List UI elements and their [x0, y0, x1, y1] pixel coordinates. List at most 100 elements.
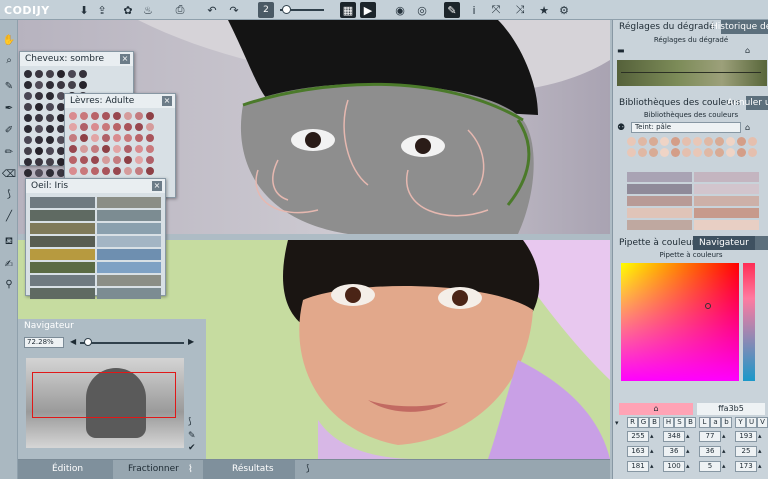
brush-size-field[interactable]: 2: [258, 2, 274, 18]
color-strip[interactable]: [30, 210, 95, 221]
color-swatch[interactable]: [671, 137, 680, 146]
color-strip[interactable]: [96, 210, 161, 221]
split-icon[interactable]: ⌇: [188, 464, 193, 475]
color-swatch[interactable]: [638, 148, 647, 157]
color-swatch[interactable]: [46, 147, 54, 155]
color-strip[interactable]: [30, 197, 95, 208]
color-strip[interactable]: [627, 220, 692, 230]
info-icon[interactable]: i: [466, 2, 482, 18]
gradient-bar[interactable]: [617, 60, 767, 86]
color-swatch[interactable]: [79, 81, 87, 89]
hand-icon[interactable]: ✋: [1, 32, 17, 48]
stroke-icon[interactable]: ✐: [1, 122, 17, 138]
color-swatch[interactable]: [135, 112, 143, 120]
color-swatch[interactable]: [80, 123, 88, 131]
tab-resultats[interactable]: Résultats: [232, 464, 274, 474]
color-swatch[interactable]: [124, 123, 132, 131]
color-swatch[interactable]: [35, 158, 43, 166]
tab-navigator[interactable]: Navigateur: [693, 236, 755, 250]
fill-bucket-icon[interactable]: ⛾: [1, 234, 17, 250]
color-swatch[interactable]: [91, 145, 99, 153]
open-file-icon[interactable]: ⬇: [76, 2, 92, 18]
color-swatch[interactable]: [737, 137, 746, 146]
color-swatch[interactable]: [726, 148, 735, 157]
saturation-value-field[interactable]: [621, 263, 739, 381]
color-swatch[interactable]: [35, 92, 43, 100]
channel-value-field[interactable]: 348: [663, 431, 685, 442]
spin-icon[interactable]: ▴: [722, 447, 726, 455]
channel-value-field[interactable]: 36: [699, 446, 721, 457]
eye-palette-title[interactable]: Oeil: Iris ×: [26, 179, 165, 193]
pen-icon[interactable]: ✎: [188, 431, 196, 441]
color-swatch[interactable]: [91, 156, 99, 164]
eye-palette-window[interactable]: Oeil: Iris ×: [25, 178, 166, 299]
channel-value-field[interactable]: 25: [735, 446, 757, 457]
color-strip[interactable]: [30, 275, 95, 286]
color-swatch[interactable]: [24, 103, 32, 111]
eraser-icon[interactable]: ⌫: [1, 166, 17, 182]
color-swatch[interactable]: [46, 125, 54, 133]
color-swatch[interactable]: [124, 112, 132, 120]
lasso-small-icon[interactable]: ⟆: [306, 464, 310, 474]
close-icon[interactable]: ×: [120, 54, 130, 64]
color-swatch[interactable]: [69, 134, 77, 142]
color-swatch[interactable]: [715, 137, 724, 146]
color-swatch[interactable]: [135, 156, 143, 164]
color-swatch[interactable]: [124, 134, 132, 142]
color-strip[interactable]: [30, 223, 95, 234]
color-strip[interactable]: [30, 249, 95, 260]
color-swatch[interactable]: [627, 148, 636, 157]
zoom-in-icon[interactable]: ▶: [188, 337, 194, 346]
color-swatch[interactable]: [704, 148, 713, 157]
color-swatch[interactable]: [35, 169, 43, 177]
hair-palette-title[interactable]: Cheveux: sombre ×: [20, 52, 133, 66]
color-swatch[interactable]: [113, 112, 121, 120]
channel-value-field[interactable]: 181: [627, 461, 649, 472]
color-swatch[interactable]: [660, 137, 669, 146]
color-swatch[interactable]: [24, 136, 32, 144]
color-swatch[interactable]: [35, 147, 43, 155]
color-swatch[interactable]: [35, 136, 43, 144]
channel-value-field[interactable]: 163: [627, 446, 649, 457]
color-strip[interactable]: [96, 262, 161, 273]
star-icon[interactable]: ★: [536, 2, 552, 18]
color-swatch[interactable]: [135, 123, 143, 131]
color-swatch[interactable]: [46, 158, 54, 166]
pencil-icon[interactable]: ✏: [1, 144, 17, 160]
library-preset-select[interactable]: Teint: pâle: [631, 122, 741, 133]
color-swatch[interactable]: [726, 137, 735, 146]
lasso-icon[interactable]: ⟆: [1, 186, 17, 202]
color-swatch[interactable]: [113, 145, 121, 153]
color-strip[interactable]: [96, 249, 161, 260]
play-icon[interactable]: ▶: [360, 2, 376, 18]
spin-icon[interactable]: ▴: [686, 447, 690, 455]
color-swatch[interactable]: [91, 167, 99, 175]
spin-icon[interactable]: ▴: [722, 462, 726, 470]
color-swatch[interactable]: [704, 137, 713, 146]
color-swatch[interactable]: [124, 145, 132, 153]
color-swatch[interactable]: [124, 156, 132, 164]
tab-undo[interactable]: Annuler u: [721, 96, 768, 110]
tab-fractionner[interactable]: Fractionner: [128, 464, 179, 474]
viewport-rectangle[interactable]: [32, 372, 176, 418]
color-strip[interactable]: [627, 184, 692, 194]
color-swatch[interactable]: [102, 112, 110, 120]
brush-icon[interactable]: ✎: [1, 78, 17, 94]
color-swatch[interactable]: [24, 92, 32, 100]
color-swatch[interactable]: [682, 148, 691, 157]
color-strip[interactable]: [694, 172, 759, 182]
export-icon[interactable]: ⇪: [94, 2, 110, 18]
spin-icon[interactable]: ▴: [758, 432, 762, 440]
lips-palette-title[interactable]: Lèvres: Adulte ×: [65, 94, 175, 108]
color-swatch[interactable]: [135, 134, 143, 142]
navigator-thumbnail[interactable]: [26, 358, 184, 448]
color-strip[interactable]: [30, 262, 95, 273]
color-swatch[interactable]: [113, 156, 121, 164]
color-swatch[interactable]: [46, 114, 54, 122]
color-strip[interactable]: [627, 172, 692, 182]
color-swatch[interactable]: [135, 167, 143, 175]
color-swatch[interactable]: [80, 112, 88, 120]
tab-history[interactable]: Historique des: [705, 20, 768, 34]
settings-gear-icon[interactable]: ⚙: [556, 2, 572, 18]
color-swatch[interactable]: [748, 137, 757, 146]
